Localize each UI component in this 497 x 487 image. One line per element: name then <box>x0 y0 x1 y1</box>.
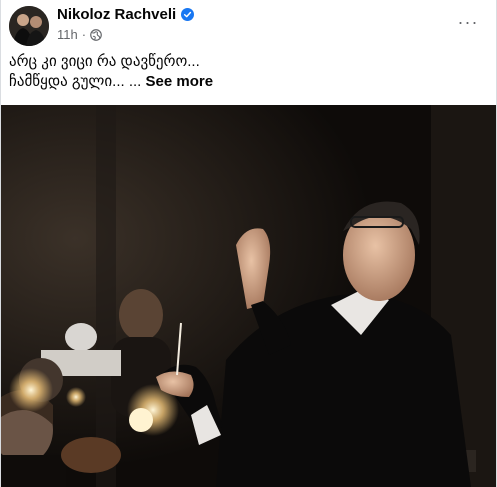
verified-badge-icon <box>181 8 195 21</box>
post-text-line-1: არც კი ვიცი რა დავწერო... <box>9 53 200 70</box>
author-avatar[interactable] <box>9 6 49 46</box>
author-name[interactable]: Nikoloz Rachveli <box>57 6 195 23</box>
post-photo[interactable] <box>1 105 496 487</box>
post-card: Nikoloz Rachveli 11h · ··· არც კი ვიცი რ… <box>0 0 497 487</box>
post-header: Nikoloz Rachveli 11h · ··· <box>1 0 496 48</box>
more-options-icon[interactable]: ··· <box>456 10 480 34</box>
author-name-label[interactable]: Nikoloz Rachveli <box>57 6 176 23</box>
post-text: არც კი ვიცი რა დავწერო... ჩამწყდა გული..… <box>9 52 479 92</box>
meta-separator: · <box>81 27 87 42</box>
post-text-line-2: ჩამწყდა გული... ... See more <box>9 72 479 92</box>
globe-icon[interactable] <box>90 28 102 41</box>
post-timestamp[interactable]: 11h <box>57 27 78 42</box>
see-more-link[interactable]: See more <box>146 73 214 90</box>
post-text-line-2-content: ჩამწყდა გული... ... <box>9 73 142 90</box>
post-meta: 11h · <box>57 27 102 42</box>
